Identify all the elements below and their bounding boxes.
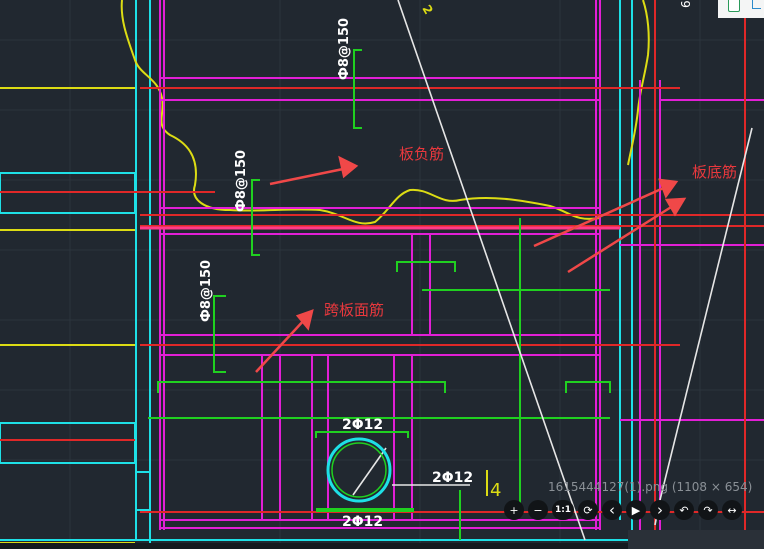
flip-button[interactable]: ↔ bbox=[722, 500, 742, 520]
grid bbox=[0, 0, 764, 549]
viewer-toolbar: + − 1:1 ⟳ ‹ ▶ › ↶ ↷ ↔ bbox=[504, 500, 742, 524]
corner-text: 6 bbox=[679, 0, 693, 8]
zoom-out-button[interactable]: − bbox=[528, 500, 548, 520]
top-yellow-label: 2 bbox=[419, 3, 435, 17]
arrow-head-1 bbox=[338, 155, 359, 179]
file-name: 1615444127(1).png bbox=[548, 480, 668, 494]
rebar-label-3: Ф8@150 bbox=[199, 260, 214, 322]
play-icon: ▶ bbox=[631, 503, 641, 517]
rebar-label-2: Ф8@150 bbox=[234, 150, 249, 212]
file-dimensions: (1108 × 654) bbox=[671, 480, 753, 494]
bottom-right-block bbox=[628, 530, 764, 549]
document-icon[interactable] bbox=[728, 0, 740, 12]
yellow-tick-a bbox=[486, 470, 488, 496]
next-button[interactable]: › bbox=[650, 500, 670, 520]
one-to-one-icon: 1:1 bbox=[554, 505, 572, 515]
flip-horizontal-icon: ↔ bbox=[727, 503, 737, 517]
bar-label-bottom: 2Φ12 bbox=[342, 514, 383, 530]
actual-size-button[interactable]: 1:1 bbox=[552, 500, 574, 520]
expand-icon[interactable] bbox=[752, 0, 761, 9]
cad-drawing: Ф8@150 Ф8@150 Ф8@150 2Φ12 2Φ12 2Φ12 4 6 … bbox=[0, 0, 764, 549]
refresh-icon: ⟳ bbox=[583, 503, 593, 517]
beam-section-inner bbox=[331, 442, 387, 498]
rotate-left-button[interactable]: ↶ bbox=[674, 500, 694, 520]
arrow-head-2 bbox=[658, 178, 679, 199]
zoom-in-button[interactable]: + bbox=[504, 500, 524, 520]
previous-button[interactable]: ‹ bbox=[602, 500, 622, 520]
red-lines bbox=[0, 0, 764, 549]
plus-icon: + bbox=[509, 503, 519, 517]
minus-icon: − bbox=[533, 503, 543, 517]
annotation-cross-slab-top-rebar: 跨板面筋 bbox=[324, 301, 385, 319]
arrow-head-3 bbox=[664, 197, 687, 217]
beam-section-circle bbox=[326, 437, 392, 503]
play-button[interactable]: ▶ bbox=[626, 500, 646, 520]
annotation-slab-negative-rebar: 板负筋 bbox=[399, 145, 445, 163]
yellow-lines bbox=[0, 0, 650, 544]
cyan-outline bbox=[0, 0, 633, 549]
file-info: 1615444127(1).png (1108 × 654) bbox=[548, 480, 752, 494]
bar-label-right: 2Φ12 bbox=[432, 470, 473, 486]
annotation-slab-bottom-rebar: 板底筋 bbox=[692, 163, 738, 181]
green-rebar bbox=[148, 49, 611, 540]
chevron-right-icon: › bbox=[657, 501, 663, 519]
chevron-left-icon: ‹ bbox=[609, 501, 615, 519]
rotate-right-icon: ↷ bbox=[703, 503, 713, 517]
dim-label: 4 bbox=[490, 480, 501, 501]
rotate-left-icon: ↶ bbox=[679, 503, 689, 517]
rotate-right-button[interactable]: ↷ bbox=[698, 500, 718, 520]
bar-label-top: 2Φ12 bbox=[342, 417, 383, 433]
magenta-frame bbox=[159, 0, 764, 549]
image-viewer: Ф8@150 Ф8@150 Ф8@150 2Φ12 2Φ12 2Φ12 4 6 … bbox=[0, 0, 764, 549]
reset-button[interactable]: ⟳ bbox=[578, 500, 598, 520]
rebar-label-1: Ф8@150 bbox=[337, 18, 352, 80]
